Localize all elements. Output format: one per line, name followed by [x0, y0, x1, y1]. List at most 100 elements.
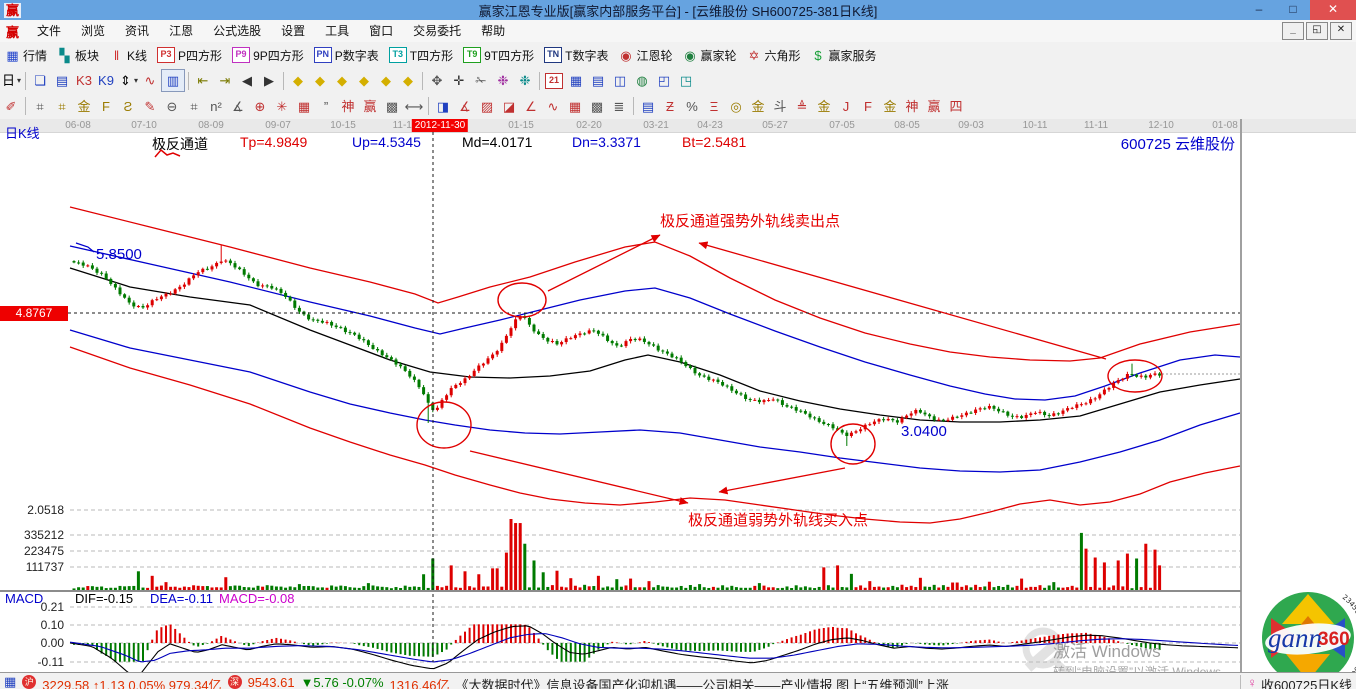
- brush-tool[interactable]: ✎: [139, 96, 161, 117]
- menu-item-工具[interactable]: 工具: [315, 24, 359, 38]
- menu-item-公式选股[interactable]: 公式选股: [203, 24, 271, 38]
- t-number-table-button[interactable]: TNT数字表: [539, 44, 613, 66]
- last-page-button[interactable]: ⇥: [214, 70, 236, 91]
- diamond-down-button[interactable]: ◆: [397, 70, 419, 91]
- news-ticker[interactable]: 《大数据时代》信息设备国产化迎机遇——公司相关——产业情报 图上“五维预测”上涨: [456, 675, 949, 689]
- gold-lines-tool[interactable]: 金: [747, 96, 769, 117]
- diamond-up-button[interactable]: ◆: [375, 70, 397, 91]
- golden-column-tool[interactable]: 金: [73, 96, 95, 117]
- menu-item-江恩[interactable]: 江恩: [159, 24, 203, 38]
- remote-screen-button[interactable]: ◰: [653, 70, 675, 91]
- menu-item-文件[interactable]: 文件: [27, 24, 71, 38]
- ruler-grid-tool[interactable]: ▩: [381, 96, 403, 117]
- four-wave-tool[interactable]: 四: [945, 96, 967, 117]
- golden-grid-tool[interactable]: ⌗: [51, 96, 73, 117]
- window-half-tool[interactable]: ◨: [432, 96, 454, 117]
- chart-canvas[interactable]: 06-0807-1008-0909-0710-1511-132012-11-30…: [0, 119, 1356, 672]
- shen-under-tool[interactable]: 神: [901, 96, 923, 117]
- ninep-square-button[interactable]: P99P四方形: [227, 44, 309, 66]
- win-grid-tool[interactable]: 赢: [359, 96, 381, 117]
- circle-tool[interactable]: ⊖: [161, 96, 183, 117]
- wave-line-tool[interactable]: ∿: [542, 96, 564, 117]
- mdi-restore-button[interactable]: ◱: [1306, 22, 1328, 40]
- n-square-tool[interactable]: n²: [205, 96, 227, 117]
- shen-grid-tool[interactable]: 神: [337, 96, 359, 117]
- fan-lines-tool[interactable]: ∡: [454, 96, 476, 117]
- gold-cross-tool[interactable]: ≜: [791, 96, 813, 117]
- minimize-button[interactable]: –: [1242, 0, 1276, 20]
- status-grid-icon[interactable]: ▦: [4, 675, 16, 688]
- menu-item-窗口[interactable]: 窗口: [359, 24, 403, 38]
- z-percent-tool[interactable]: Ƶ: [659, 96, 681, 117]
- p-number-table-button[interactable]: PNP数字表: [309, 44, 384, 66]
- notepad-button[interactable]: ▤: [587, 70, 609, 91]
- menu-item-资讯[interactable]: 资讯: [115, 24, 159, 38]
- clover-purple-button[interactable]: ❉: [492, 70, 514, 91]
- slash-lines-tool[interactable]: ≣: [608, 96, 630, 117]
- crosshair-tool-button[interactable]: ✛: [448, 70, 470, 91]
- f-angle-tool[interactable]: F: [857, 96, 879, 117]
- helper-button[interactable]: ◳: [675, 70, 697, 91]
- shenzhen-index-value[interactable]: 9543.61: [248, 675, 295, 689]
- angle-line-tool[interactable]: ∠: [520, 96, 542, 117]
- diamond-compress-button[interactable]: ◆: [353, 70, 375, 91]
- period-day-dropdown[interactable]: 日▾: [0, 70, 22, 91]
- shaded-box-tool[interactable]: ▨: [476, 96, 498, 117]
- corner-box-tool[interactable]: ◪: [498, 96, 520, 117]
- gold-circle-tool[interactable]: ◎: [725, 96, 747, 117]
- scissors-tool-button[interactable]: ✁: [470, 70, 492, 91]
- angle-ruler-tool[interactable]: ∡: [227, 96, 249, 117]
- updown-dropdown[interactable]: ⇕▾: [117, 70, 139, 91]
- diamond-left-button[interactable]: ◆: [287, 70, 309, 91]
- gann-circle-tool[interactable]: ⊕: [249, 96, 271, 117]
- menu-item-浏览[interactable]: 浏览: [71, 24, 115, 38]
- diamond-right-button[interactable]: ◆: [309, 70, 331, 91]
- win-under-tool[interactable]: 赢: [923, 96, 945, 117]
- kline-9-icon[interactable]: K9: [95, 70, 117, 91]
- menu-item-设置[interactable]: 设置: [271, 24, 315, 38]
- intraday-icon[interactable]: ∿: [139, 70, 161, 91]
- j-angle-tool[interactable]: J: [835, 96, 857, 117]
- winner-service-button[interactable]: $赢家服务: [806, 44, 882, 66]
- fibonacci-tool[interactable]: F: [95, 96, 117, 117]
- save-button[interactable]: ◫: [609, 70, 631, 91]
- kline-volume-icon[interactable]: ▥: [161, 69, 185, 92]
- calculator-button[interactable]: ▦: [565, 70, 587, 91]
- mdi-minimize-button[interactable]: _: [1282, 22, 1304, 40]
- diamond-expand-button[interactable]: ◆: [331, 70, 353, 91]
- sectors-button[interactable]: ▚板块: [52, 44, 104, 66]
- info-doc-icon[interactable]: ▤: [51, 70, 73, 91]
- menu-item-交易委托[interactable]: 交易委托: [403, 24, 471, 38]
- first-page-button[interactable]: ⇤: [192, 70, 214, 91]
- chart-window-icon[interactable]: ❏: [29, 70, 51, 91]
- percent-tool[interactable]: %: [681, 96, 703, 117]
- gann-wheel-button[interactable]: ◉江恩轮: [613, 44, 677, 66]
- web-globe-button[interactable]: ◍: [631, 70, 653, 91]
- gold-under-tool[interactable]: 金: [813, 96, 835, 117]
- prev-bar-button[interactable]: ◀: [236, 70, 258, 91]
- stats-panel-tool[interactable]: ▤: [637, 96, 659, 117]
- ninet-square-button[interactable]: T99T四方形: [458, 44, 539, 66]
- grid2-tool[interactable]: ⌗: [183, 96, 205, 117]
- pen-tool[interactable]: ✐: [0, 96, 22, 117]
- grid-tool[interactable]: ⌗: [29, 96, 51, 117]
- next-bar-button[interactable]: ▶: [258, 70, 280, 91]
- red-grid-tool[interactable]: ▦: [293, 96, 315, 117]
- winner-wheel-button[interactable]: ◉赢家轮: [677, 44, 741, 66]
- hexagon-button[interactable]: ✡六角形: [742, 44, 806, 66]
- starburst-tool[interactable]: ✳: [271, 96, 293, 117]
- clover-teal-button[interactable]: ❉: [514, 70, 536, 91]
- maximize-button[interactable]: □: [1276, 0, 1310, 20]
- p-square-button[interactable]: P3P四方形: [152, 44, 227, 66]
- hand-tool-button[interactable]: ✥: [426, 70, 448, 91]
- kline-button[interactable]: ‖K线: [104, 44, 152, 66]
- close-button[interactable]: ✕: [1310, 0, 1356, 20]
- width-measure-tool[interactable]: ⟷: [403, 96, 425, 117]
- gold-angle-tool[interactable]: 金: [879, 96, 901, 117]
- menu-item-帮助[interactable]: 帮助: [471, 24, 515, 38]
- calendar-button[interactable]: 21: [543, 70, 565, 91]
- quote-mark-tool[interactable]: ”: [315, 96, 337, 117]
- measure-tool[interactable]: 斗: [769, 96, 791, 117]
- shanghai-index-quote[interactable]: 3229.58 ↑1.13 0.05% 979.34亿: [42, 675, 221, 689]
- mdi-close-button[interactable]: ✕: [1330, 22, 1352, 40]
